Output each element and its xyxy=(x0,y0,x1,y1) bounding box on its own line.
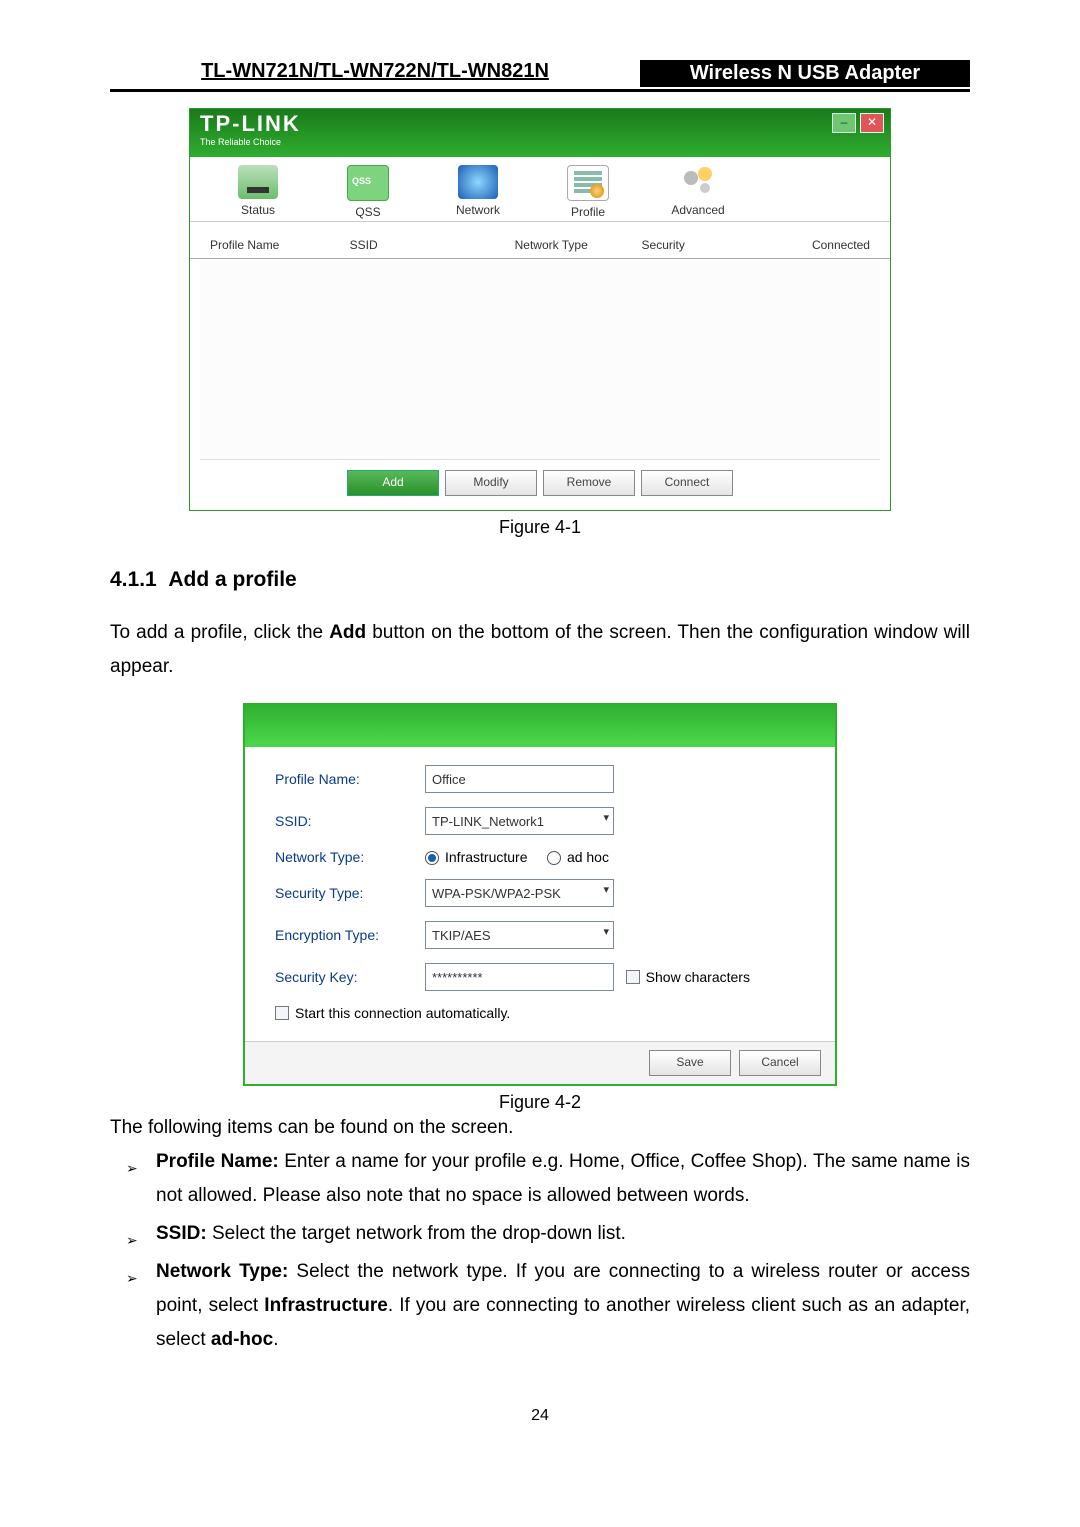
qss-icon xyxy=(347,165,389,201)
save-button[interactable]: Save xyxy=(649,1050,731,1076)
remove-button[interactable]: Remove xyxy=(543,470,635,496)
bullet-profile-name: Profile Name: Enter a name for your prof… xyxy=(156,1145,970,1213)
label-security-type: Security Type: xyxy=(275,885,425,901)
auto-connect-label: Start this connection automatically. xyxy=(295,1005,510,1021)
col-ssid: SSID xyxy=(350,238,515,252)
profile-table-header: Profile Name SSID Network Type Security … xyxy=(190,222,890,259)
profile-config-window: Profile Name: Office SSID: TP-LINK_Netwo… xyxy=(243,703,837,1086)
figure-caption-1: Figure 4-1 xyxy=(110,517,970,538)
bullet-ssid: SSID: Select the target network from the… xyxy=(156,1217,970,1251)
security-key-input[interactable]: ********** xyxy=(425,963,614,991)
tab-qss[interactable]: QSS xyxy=(338,165,398,219)
network-icon xyxy=(458,165,498,199)
status-icon xyxy=(238,165,278,199)
profile-table-body xyxy=(200,259,880,460)
security-type-select[interactable]: WPA-PSK/WPA2-PSK xyxy=(425,879,614,907)
header-model: TL-WN721N/TL-WN722N/TL-WN821N xyxy=(110,60,640,87)
section-heading: 4.1.1 Add a profile xyxy=(110,568,970,592)
profile-icon xyxy=(567,165,609,201)
tab-profile[interactable]: Profile xyxy=(558,165,618,219)
col-security: Security xyxy=(642,238,769,252)
tab-advanced[interactable]: Advanced xyxy=(668,165,728,219)
bullet-list: Profile Name: Enter a name for your prof… xyxy=(110,1145,970,1357)
following-text: The following items can be found on the … xyxy=(110,1117,970,1139)
brand-logo: TP-LINK The Reliable Choice xyxy=(200,115,880,151)
radio-infra-label: Infrastructure xyxy=(445,849,527,865)
show-characters-checkbox[interactable] xyxy=(626,970,640,984)
label-ssid: SSID: xyxy=(275,813,425,829)
radio-adhoc-label: ad hoc xyxy=(567,849,609,865)
add-button[interactable]: Add xyxy=(347,470,439,496)
close-button[interactable]: ✕ xyxy=(860,113,884,133)
radio-adhoc[interactable] xyxy=(547,851,561,865)
window-titlebar: TP-LINK The Reliable Choice – ✕ xyxy=(190,109,890,157)
figure-caption-2: Figure 4-2 xyxy=(110,1092,970,1113)
label-profile-name: Profile Name: xyxy=(275,771,425,787)
config-titlebar xyxy=(245,705,835,747)
auto-connect-checkbox[interactable] xyxy=(275,1006,289,1020)
label-network-type: Network Type: xyxy=(275,849,425,865)
profile-manager-window: TP-LINK The Reliable Choice – ✕ Status Q… xyxy=(189,108,891,511)
encryption-type-select[interactable]: TKIP/AES xyxy=(425,921,614,949)
modify-button[interactable]: Modify xyxy=(445,470,537,496)
profile-name-input[interactable]: Office xyxy=(425,765,614,793)
ssid-select[interactable]: TP-LINK_Network1 xyxy=(425,807,614,835)
intro-paragraph: To add a profile, click the Add button o… xyxy=(110,616,970,684)
page-header: TL-WN721N/TL-WN722N/TL-WN821N Wireless N… xyxy=(110,60,970,92)
page-number: 24 xyxy=(110,1407,970,1425)
minimize-button[interactable]: – xyxy=(832,113,856,133)
col-connected: Connected xyxy=(768,238,870,252)
tab-status[interactable]: Status xyxy=(228,165,288,219)
col-network-type: Network Type xyxy=(515,238,642,252)
label-security-key: Security Key: xyxy=(275,969,425,985)
show-characters-label: Show characters xyxy=(646,969,750,985)
network-type-radios: Infrastructure ad hoc xyxy=(425,849,609,865)
brand-tagline: The Reliable Choice xyxy=(200,133,880,151)
radio-infrastructure[interactable] xyxy=(425,851,439,865)
cancel-button[interactable]: Cancel xyxy=(739,1050,821,1076)
tab-bar: Status QSS Network Profile Advanced xyxy=(190,157,890,222)
header-product: Wireless N USB Adapter xyxy=(640,60,970,87)
label-encryption-type: Encryption Type: xyxy=(275,927,425,943)
bullet-network-type: Network Type: Select the network type. I… xyxy=(156,1255,970,1357)
advanced-icon xyxy=(678,165,718,199)
connect-button[interactable]: Connect xyxy=(641,470,733,496)
col-profile-name: Profile Name xyxy=(210,238,350,252)
tab-network[interactable]: Network xyxy=(448,165,508,219)
